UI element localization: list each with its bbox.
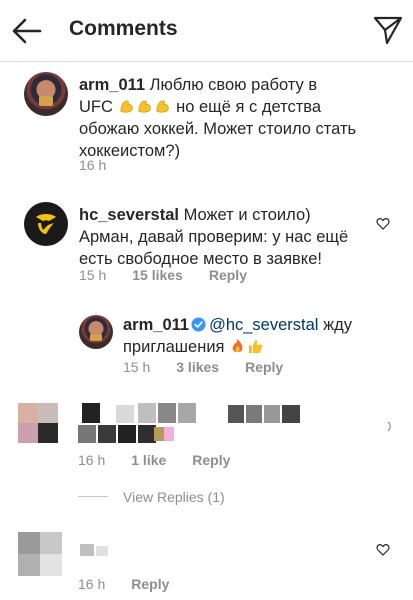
comment-time: 15 h xyxy=(79,267,107,283)
comment-time: 16 h xyxy=(79,157,107,173)
flexed-biceps-emoji xyxy=(137,100,151,113)
comment-time: 16 h xyxy=(78,452,106,468)
reply-button[interactable]: Reply xyxy=(245,359,283,375)
reply-button[interactable]: Reply xyxy=(192,452,230,468)
comment-likes[interactable]: 15 likes xyxy=(132,267,183,283)
mention-link[interactable]: @hc_severstal xyxy=(209,316,318,334)
avatar[interactable] xyxy=(24,72,68,116)
flexed-biceps-emoji xyxy=(155,100,169,113)
comment-meta: 16 h Reply xyxy=(78,576,195,592)
direct-share-icon[interactable] xyxy=(372,14,404,46)
arrow-left-icon[interactable] xyxy=(10,14,44,48)
heart-icon[interactable] xyxy=(376,217,390,230)
comment-likes[interactable]: 3 likes xyxy=(176,359,219,375)
verified-badge-icon xyxy=(191,317,206,332)
comment-meta: 15 h 3 likes Reply xyxy=(123,359,309,375)
avatar[interactable] xyxy=(18,532,62,576)
obscured-comment-text xyxy=(78,403,368,443)
view-replies-button[interactable]: View Replies (1) xyxy=(123,489,225,505)
heart-icon[interactable] xyxy=(378,420,392,433)
app-header: Comments xyxy=(0,0,413,62)
avatar[interactable] xyxy=(24,202,68,246)
comment-text: hc_severstal Может и стоило) Арман, дава… xyxy=(79,206,349,268)
reply-button[interactable]: Reply xyxy=(209,267,247,283)
comment-likes[interactable]: 1 like xyxy=(131,452,166,468)
comment-meta: 16 h 1 like Reply xyxy=(78,452,256,468)
obscured-comment-text xyxy=(80,540,140,562)
comment-text: arm_011 Люблю свою работу в UFC но ещё я… xyxy=(79,76,357,160)
comment-time: 15 h xyxy=(123,359,151,375)
comment-text: arm_011 @hc_severstal жду приглашения xyxy=(123,316,352,356)
flexed-biceps-emoji xyxy=(119,100,133,113)
avatar[interactable] xyxy=(79,315,113,349)
replies-divider xyxy=(78,496,108,497)
comment-meta: 15 h 15 likes Reply xyxy=(79,267,273,283)
comment-meta: 16 h xyxy=(79,157,132,173)
comment-username[interactable]: arm_011 xyxy=(123,316,189,334)
fire-emoji xyxy=(232,338,243,353)
comment-username[interactable]: arm_011 xyxy=(79,76,145,94)
avatar[interactable] xyxy=(18,403,62,447)
comment-time: 16 h xyxy=(78,576,106,592)
hc-severstal-logo-icon xyxy=(36,214,56,234)
page-title: Comments xyxy=(69,17,178,40)
thumbs-up-emoji xyxy=(248,339,263,354)
comment-username[interactable]: hc_severstal xyxy=(79,206,179,224)
reply-button[interactable]: Reply xyxy=(131,576,169,592)
heart-icon[interactable] xyxy=(376,543,390,556)
